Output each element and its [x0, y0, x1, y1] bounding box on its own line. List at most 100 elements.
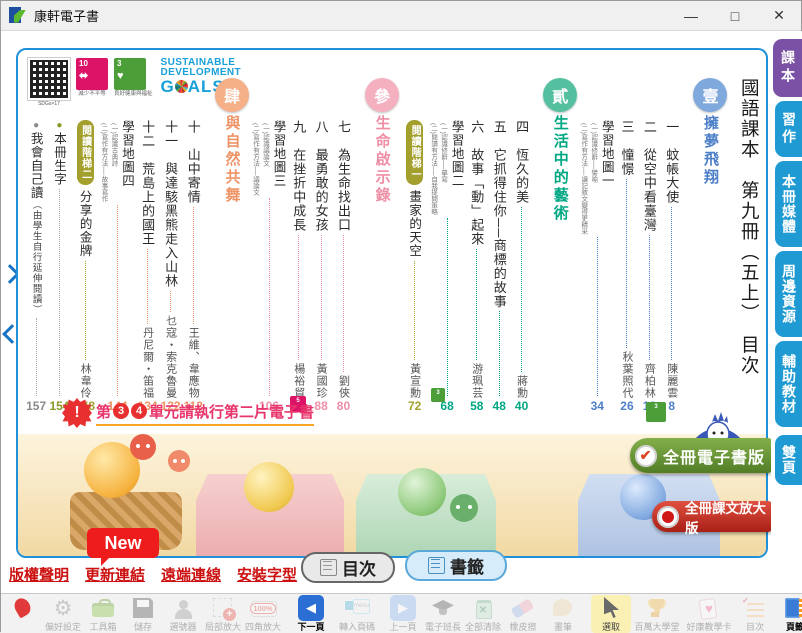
footer-link-1[interactable]: 更新連結 — [85, 564, 145, 585]
brush-button[interactable]: 畫筆 — [543, 595, 583, 633]
new-badge: New — [87, 528, 159, 558]
lesson-author: 乜寇・索克魯曼 — [163, 315, 179, 399]
toc-lesson[interactable]: 十 山中寄情王維、韋應物112 — [184, 78, 203, 414]
toc-reading-ladder[interactable]: 閱讀階梯一畫家的天空黃宣勳72 — [402, 78, 427, 414]
toc-extra[interactable]: ●本冊生字154 — [49, 78, 69, 414]
dotted-leader — [147, 249, 148, 324]
record-icon — [657, 506, 679, 528]
sidebar-tab-workbook[interactable]: 習作 — [775, 101, 802, 157]
sidebar-tab-resources[interactable]: 周邊資源 — [775, 251, 802, 337]
page-tabs-button[interactable]: 頁籤 — [775, 595, 802, 633]
section-badge-icon: 壹 — [693, 78, 727, 112]
next-page-button[interactable]: ◀下一頁 — [291, 595, 331, 633]
sidebar-tab-auxiliary[interactable]: 輔助教材 — [775, 341, 802, 427]
section-name: 生命啟示錄 — [372, 115, 393, 205]
footer-link-3[interactable]: 安裝字型 — [237, 564, 297, 585]
section-name: 擁夢飛翔 — [700, 115, 721, 187]
app-window: 康軒電子書 — □ ✕ SDGs×17 10 ⬌ 減 — [0, 0, 802, 632]
teaching-cards-button[interactable]: ♥好康教學卡 — [683, 595, 735, 633]
toolbar-label: 偏好設定 — [45, 620, 81, 633]
quiz-academy-button[interactable]: 百萬大學堂 — [631, 595, 683, 633]
section-name: 生活中的藝術 — [550, 115, 571, 223]
toc-lesson[interactable]: 二 從空中看臺灣齊柏林18 — [640, 78, 659, 414]
cards-icon: ♥ — [696, 595, 722, 621]
footer-link-2[interactable]: 遠端連線 — [161, 564, 221, 585]
pin-icon[interactable] — [3, 595, 43, 620]
trophy-icon — [644, 595, 670, 621]
dotted-leader — [499, 311, 500, 396]
toc-learning-map[interactable]: 學習地圖一(一)認識修辭──譬喻(二)寫作有方法──讓記敘文變得更精采34 — [580, 78, 614, 414]
toc-learning-map[interactable]: 學習地圖三(一)認識議論文(二)寫作有方法──議論文106 — [252, 78, 286, 414]
corner-zoom-button[interactable]: 100%四角放大 — [243, 595, 283, 633]
toc-learning-map[interactable]: 學習地圖二(一)認識修辭──摹寫(二)閱讀有方法──自我提問策略68 — [430, 78, 464, 414]
full-text-large-button[interactable]: 全冊課文放大版 — [652, 501, 772, 532]
toc-extra[interactable]: ●我會自己讀（由學生自行延伸閱讀）157 — [26, 78, 46, 414]
toc-lesson[interactable]: 五 它抓得住你──商標的故事48 — [490, 78, 509, 414]
sidebar-tab-media[interactable]: 本冊媒體 — [775, 161, 802, 247]
prev-page-button[interactable]: ▶上一頁 — [383, 595, 423, 633]
eraser-button[interactable]: 橡皮擦 — [503, 595, 543, 633]
toc-reading-ladder[interactable]: 閱讀階梯二分享的金牌林韋伶148 — [73, 78, 98, 414]
number-picker-button[interactable]: 選號器 — [163, 595, 203, 633]
dotted-leader — [521, 207, 522, 372]
toc-lesson[interactable]: 十二 荒島上的國王丹尼爾・笛福134 — [138, 78, 158, 414]
lesson-title: 四 恆久的美 — [512, 120, 531, 204]
toc-lesson[interactable]: 十一 與達駭黑熊走入山林乜寇・索克魯曼122 — [161, 78, 181, 414]
maximize-button[interactable]: □ — [713, 1, 757, 30]
toc-tab-icon — [320, 559, 337, 576]
sidebar-tab-dualpage[interactable]: 雙頁 — [775, 435, 802, 485]
sidebar-tab-textbook[interactable]: 課本 — [773, 39, 802, 97]
bullet-icon: ● — [31, 120, 42, 132]
goto-icon: menu — [344, 595, 370, 621]
dotted-leader — [170, 291, 171, 312]
toc-lesson[interactable]: 八 最勇敢的女孩黃國珍88 — [311, 78, 330, 414]
select-button[interactable]: 選取 — [591, 595, 631, 633]
toolbox-button[interactable]: 工具箱 — [83, 595, 123, 633]
bookmark-tab-icon — [428, 557, 445, 574]
sdg-mini-icon: 3 — [646, 402, 666, 422]
toolbar-label: 下一頁 — [297, 620, 324, 633]
learning-map-note: (二)閱讀有方法──自我提問策略 — [428, 123, 438, 215]
save-button[interactable]: 儲存 — [123, 595, 163, 633]
goto-page-button[interactable]: menu轉入頁碼 — [331, 595, 383, 633]
preferences-button[interactable]: ⚙偏好設定 — [43, 595, 83, 633]
toc-lesson[interactable]: 九 在挫折中成長楊裕貿96 — [289, 78, 308, 414]
lesson-page-number: 8 — [668, 399, 675, 414]
toc-lesson[interactable]: 四 恆久的美蔣勳40 — [512, 78, 531, 414]
dotted-leader — [85, 261, 86, 361]
toc-lesson[interactable]: 一 蚊帳大使陳麗雲8 — [662, 78, 681, 414]
close-window-button[interactable]: ✕ — [757, 1, 801, 30]
disc-notice: ! 第 3 4 單元請執行第二片電子書 — [62, 398, 314, 428]
minimize-button[interactable]: — — [669, 1, 713, 30]
toolbar-label: 上一頁 — [389, 620, 416, 633]
toc-lesson[interactable]: 六 故事「動」起來游珮芸58 — [467, 78, 486, 414]
dotted-leader — [597, 237, 598, 396]
illustration-red-character — [130, 434, 156, 460]
full-ebook-button[interactable]: ✔ 全冊電子書版 — [630, 438, 772, 473]
learning-map-note: (一)認識修辭──摹寫 — [438, 123, 448, 215]
clear-all-button[interactable]: ✕全部清除 — [463, 595, 503, 633]
illustration-green-character — [450, 494, 478, 522]
toc-learning-map[interactable]: 學習地圖四(一)認識古典詩(二)寫作有方法──故事寫作144 — [101, 78, 135, 414]
lesson-page-number: 88 — [314, 399, 327, 414]
section-badge-icon: 參 — [365, 78, 399, 112]
partial-zoom-button[interactable]: +局部放大 — [203, 595, 243, 633]
toc-lesson[interactable]: 三 憧憬秋葉照代26 — [617, 78, 636, 414]
lesson-page-number: 26 — [620, 399, 633, 414]
section-name: 與自然共舞 — [222, 115, 243, 205]
toc-button[interactable]: ✓目次 — [735, 595, 775, 633]
check-icon: ✔ — [635, 445, 657, 467]
brush-icon — [550, 595, 576, 621]
dotted-leader — [626, 179, 627, 348]
learning-map-title: 學習地圖二 — [448, 120, 467, 215]
tab-toc[interactable]: 目次 — [301, 552, 395, 583]
next-icon: ◀ — [298, 595, 324, 621]
toc-lesson[interactable]: 七 為生命找出口劉俠80 — [334, 78, 353, 414]
e-captain-button[interactable]: 電子班長 — [423, 595, 463, 633]
page-frame: SDGs×17 10 ⬌ 減少不平等 3 ♥ 良好健康與福祉 — [16, 48, 768, 558]
tab-bookmark[interactable]: 書籤 — [405, 550, 507, 581]
toolbox-icon — [90, 595, 116, 621]
footer-link-0[interactable]: 版權聲明 — [9, 564, 69, 585]
clear-icon: ✕ — [470, 595, 496, 621]
eraser-icon — [510, 595, 536, 621]
